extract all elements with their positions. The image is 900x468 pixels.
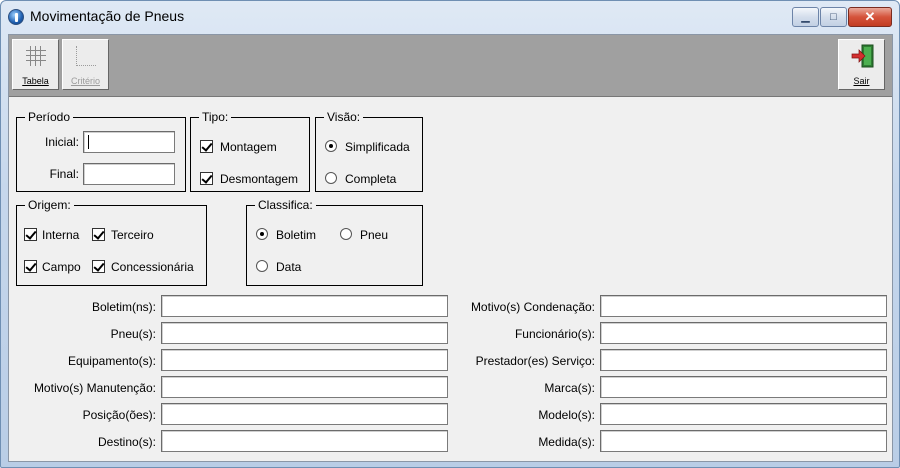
sair-label: Sair — [853, 76, 870, 86]
close-button[interactable]: ✕ — [848, 7, 892, 27]
exit-door-icon — [851, 44, 874, 68]
motivos-manutencao-label: Motivo(s) Manutenção: — [33, 381, 156, 395]
posicoes-input[interactable] — [161, 403, 448, 425]
classifica-group: Classifica: Boletim Pneu Data — [246, 198, 423, 286]
maximize-button[interactable]: □ — [820, 7, 847, 27]
pneus-label: Pneu(s): — [110, 327, 156, 341]
desmontagem-label: Desmontagem — [220, 172, 299, 186]
concessionaria-checkbox[interactable] — [92, 260, 105, 273]
tabela-label: Tabela — [22, 76, 49, 86]
periodo-legend: Período — [25, 110, 74, 124]
classifica-legend: Classifica: — [255, 198, 316, 212]
posicoes-label: Posição(ões): — [82, 408, 156, 422]
visao-legend: Visão: — [324, 110, 364, 124]
equipamentos-label: Equipamento(s): — [67, 354, 156, 368]
medidas-input[interactable] — [600, 430, 887, 452]
modelos-input[interactable] — [600, 403, 887, 425]
concessionaria-label: Concessionária — [111, 260, 194, 274]
pneu-label: Pneu — [360, 228, 389, 242]
periodo-group: Período Inicial: Final: — [16, 110, 186, 192]
boletins-input[interactable] — [161, 295, 448, 317]
modelos-label: Modelo(s): — [538, 408, 595, 422]
campo-checkbox[interactable] — [24, 260, 37, 273]
window-title: Movimentação de Pneus — [30, 8, 185, 24]
boletins-label: Boletim(ns): — [91, 300, 156, 314]
origem-legend: Origem: — [25, 198, 74, 212]
pneus-input[interactable] — [161, 322, 448, 344]
prestadores-servico-input[interactable] — [600, 349, 887, 371]
criteria-icon — [76, 46, 96, 66]
montagem-checkbox[interactable] — [200, 140, 213, 153]
grid-icon — [26, 46, 46, 66]
inicial-label: Inicial: — [44, 135, 79, 149]
toolbar: Tabela Critério Sair — [9, 35, 892, 97]
sair-button[interactable]: Sair — [838, 39, 885, 90]
motivos-condenacao-label: Motivo(s) Condenação: — [470, 300, 595, 314]
destinos-label: Destino(s): — [97, 435, 156, 449]
boletim-label: Boletim — [276, 228, 317, 242]
data-radio[interactable] — [256, 260, 268, 272]
criterio-button[interactable]: Critério — [62, 39, 109, 90]
text-caret — [88, 135, 89, 149]
marcas-label: Marca(s): — [544, 381, 595, 395]
interna-checkbox[interactable] — [24, 228, 37, 241]
inicial-date-input[interactable] — [83, 131, 175, 153]
data-label: Data — [276, 260, 302, 274]
motivos-manutencao-input[interactable] — [161, 376, 448, 398]
minimize-button[interactable]: ▁ — [792, 7, 819, 27]
tabela-button[interactable]: Tabela — [12, 39, 59, 90]
completa-label: Completa — [345, 172, 397, 186]
equipamentos-input[interactable] — [161, 349, 448, 371]
pneu-radio[interactable] — [340, 228, 352, 240]
content-area: Tabela Critério Sair Período Inicial: Fi… — [8, 34, 893, 462]
campo-label: Campo — [42, 260, 81, 274]
boletim-radio[interactable] — [256, 228, 268, 240]
tipo-legend: Tipo: — [199, 110, 232, 124]
motivos-condenacao-input[interactable] — [600, 295, 887, 317]
completa-radio[interactable] — [325, 172, 337, 184]
visao-group: Visão: Simplificada Completa — [315, 110, 423, 192]
montagem-label: Montagem — [220, 140, 277, 154]
criterio-label: Critério — [70, 76, 100, 86]
terceiro-label: Terceiro — [111, 228, 154, 242]
main-window: Movimentação de Pneus ▁ □ ✕ Tabela Crité… — [0, 0, 900, 468]
tipo-group: Tipo: Montagem Desmontagem — [190, 110, 310, 192]
simplificada-label: Simplificada — [345, 140, 410, 154]
medidas-label: Medida(s): — [538, 435, 595, 449]
app-icon — [8, 9, 24, 25]
terceiro-checkbox[interactable] — [92, 228, 105, 241]
funcionarios-label: Funcionário(s): — [514, 327, 595, 341]
desmontagem-checkbox[interactable] — [200, 172, 213, 185]
marcas-input[interactable] — [600, 376, 887, 398]
title-bar[interactable]: Movimentação de Pneus ▁ □ ✕ — [1, 1, 899, 33]
final-date-input[interactable] — [83, 163, 175, 185]
final-label: Final: — [49, 167, 79, 181]
origem-group: Origem: Interna Terceiro Campo Concessio… — [16, 198, 207, 286]
interna-label: Interna — [42, 228, 80, 242]
funcionarios-input[interactable] — [600, 322, 887, 344]
prestadores-servico-label: Prestador(es) Serviço: — [475, 354, 595, 368]
simplificada-radio[interactable] — [325, 140, 337, 152]
destinos-input[interactable] — [161, 430, 448, 452]
